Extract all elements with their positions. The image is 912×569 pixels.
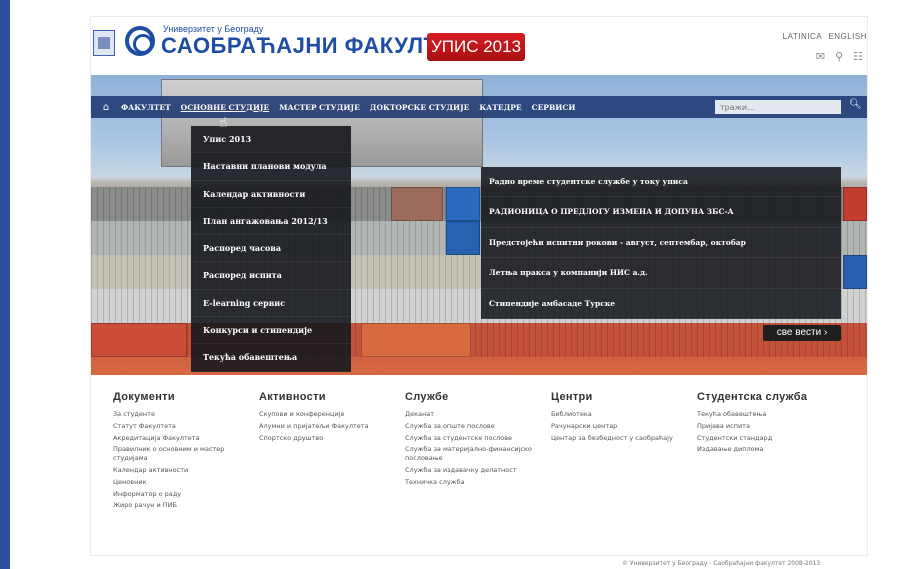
dropdown-item[interactable]: Конкурси и стипендије [191, 317, 351, 345]
page-container: Универзитет у Београду САОБРАЋАЈНИ ФАКУЛ… [90, 16, 868, 556]
column-link[interactable]: Студентски стандард [697, 434, 843, 443]
column-student-service: Студентска служба Текућа обавештења Приј… [697, 391, 843, 513]
column-link[interactable]: Служба за издавачку делатност [405, 466, 551, 475]
container-block [361, 323, 471, 357]
lang-english-link[interactable]: ENGLISH [828, 32, 867, 41]
hand-cursor-icon: ☝ [219, 115, 228, 131]
column-activities: Активности Скупови и конференције Алумни… [259, 391, 405, 513]
mail-icon[interactable]: ✉ [816, 50, 825, 63]
news-item[interactable]: Радно време студентске службе у току упи… [481, 167, 841, 198]
news-item[interactable]: Стипендије амбасаде Турске [481, 289, 841, 319]
column-link[interactable]: Ценовник [113, 478, 259, 487]
container-block [91, 323, 187, 357]
column-services: Службе Деканат Служба за опште послове С… [405, 391, 551, 513]
column-documents: Документи За студенте Статут Факултета А… [113, 391, 259, 513]
dropdown-item[interactable]: Календар активности [191, 181, 351, 208]
dropdown-menu: Упис 2013 Наставни планови модула Календ… [191, 126, 351, 372]
search-input[interactable] [715, 100, 841, 114]
column-link[interactable]: Информатор о раду [113, 490, 259, 499]
news-item[interactable]: РАДИОНИЦА О ПРЕДЛОГУ ИЗМЕНА И ДОПУНА ЗБС… [481, 197, 841, 228]
column-title: Документи [113, 391, 175, 403]
container-block [446, 187, 480, 221]
nav-item-servisi[interactable]: СЕРВИСИ [532, 103, 576, 112]
dropdown-item[interactable]: Распоред часова [191, 235, 351, 263]
nav-item-osnovne-studije[interactable]: ОСНОВНЕ СТУДИЈЕ [181, 103, 270, 112]
container-block [843, 187, 867, 221]
container-block [446, 221, 480, 255]
language-switcher: LATINICA ENGLISH [779, 32, 867, 41]
column-link[interactable]: Статут Факултета [113, 422, 259, 431]
copyright-text: © Универзитет у Београду - Саобраћајни ф… [622, 560, 821, 567]
faculty-logo-icon[interactable] [125, 26, 155, 56]
sitemap-icon[interactable]: ☷ [853, 50, 863, 63]
dropdown-item[interactable]: Упис 2013 [191, 126, 351, 154]
left-border [0, 0, 10, 569]
link-icon[interactable]: ⚲ [835, 50, 843, 63]
column-title: Службе [405, 391, 449, 403]
column-title: Студентска служба [697, 391, 808, 403]
lang-latinica-link[interactable]: LATINICA [783, 32, 822, 41]
footer-columns: Документи За студенте Статут Факултета А… [113, 391, 853, 513]
nav-item-master-studije[interactable]: МАСТЕР СТУДИЈЕ [279, 103, 360, 112]
dropdown-item[interactable]: Распоред испита [191, 262, 351, 290]
faculty-title[interactable]: САОБРАЋАЈНИ ФАКУЛТЕТ [161, 33, 467, 59]
column-centers: Центри Библиотека Рачунарски центар Цент… [551, 391, 697, 513]
site-header: Универзитет у Београду САОБРАЋАЈНИ ФАКУЛ… [91, 17, 867, 75]
column-link[interactable]: Центар за безбедност у саобраћају [551, 434, 697, 443]
column-link[interactable]: Техничка служба [405, 478, 551, 487]
column-link[interactable]: Деканат [405, 410, 551, 419]
column-link[interactable]: Правилник о основним и мастер студијама [113, 445, 259, 463]
column-link[interactable]: Рачунарски центар [551, 422, 697, 431]
column-link[interactable]: Скупови и конференције [259, 410, 405, 419]
column-link[interactable]: Служба за опште послове [405, 422, 551, 431]
nav-item-fakultet[interactable]: ФАКУЛТЕТ [121, 103, 171, 112]
column-link[interactable]: Служба за студентске послове [405, 434, 551, 443]
column-link[interactable]: Служба за материјално-финансијско послов… [405, 445, 551, 463]
all-news-label: све вести [776, 327, 822, 338]
column-link[interactable]: Жиро рачун и ПИБ [113, 501, 259, 510]
column-title: Активности [259, 391, 326, 403]
column-link[interactable]: Текућа обавештења [697, 410, 843, 419]
news-panel: Радно време студентске службе у току упи… [481, 167, 841, 319]
dropdown-item[interactable]: E-learning сервис [191, 290, 351, 318]
all-news-button[interactable]: све вести › [763, 325, 841, 341]
university-crest-icon[interactable] [93, 30, 115, 56]
nav-item-doktorske-studije[interactable]: ДОКТОРСКЕ СТУДИЈЕ [370, 103, 470, 112]
column-link[interactable]: Библиотека [551, 410, 697, 419]
news-item[interactable]: Летња пракса у компанији НИС а.д. [481, 258, 841, 289]
column-link[interactable]: Спортско друштво [259, 434, 405, 443]
column-link[interactable]: Издавање диплома [697, 445, 843, 454]
upis-banner-button[interactable]: УПИС 2013 [427, 33, 525, 61]
header-icons: ✉ ⚲ ☷ [816, 50, 863, 63]
column-link[interactable]: За студенте [113, 410, 259, 419]
search-icon[interactable]: 🔍︎ [849, 99, 862, 110]
home-icon[interactable]: ⌂ [91, 102, 121, 113]
column-link[interactable]: Пријава испита [697, 422, 843, 431]
column-link[interactable]: Акредитација Факултета [113, 434, 259, 443]
main-nav: ⌂ ФАКУЛТЕТ ОСНОВНЕ СТУДИЈЕ МАСТЕР СТУДИЈ… [91, 96, 867, 118]
container-block [391, 187, 443, 221]
nav-item-katedre[interactable]: КАТЕДРЕ [479, 103, 521, 112]
dropdown-item[interactable]: План ангажовања 2012/13 [191, 208, 351, 236]
column-link[interactable]: Алумни и пријатељи Факултета [259, 422, 405, 431]
dropdown-item[interactable]: Текућа обавештења [191, 344, 351, 372]
container-block [843, 255, 867, 289]
news-item[interactable]: Предстојећи испитни рокови - август, сеп… [481, 228, 841, 259]
column-title: Центри [551, 391, 593, 403]
column-link[interactable]: Календар активности [113, 466, 259, 475]
dropdown-item[interactable]: Наставни планови модула [191, 153, 351, 181]
